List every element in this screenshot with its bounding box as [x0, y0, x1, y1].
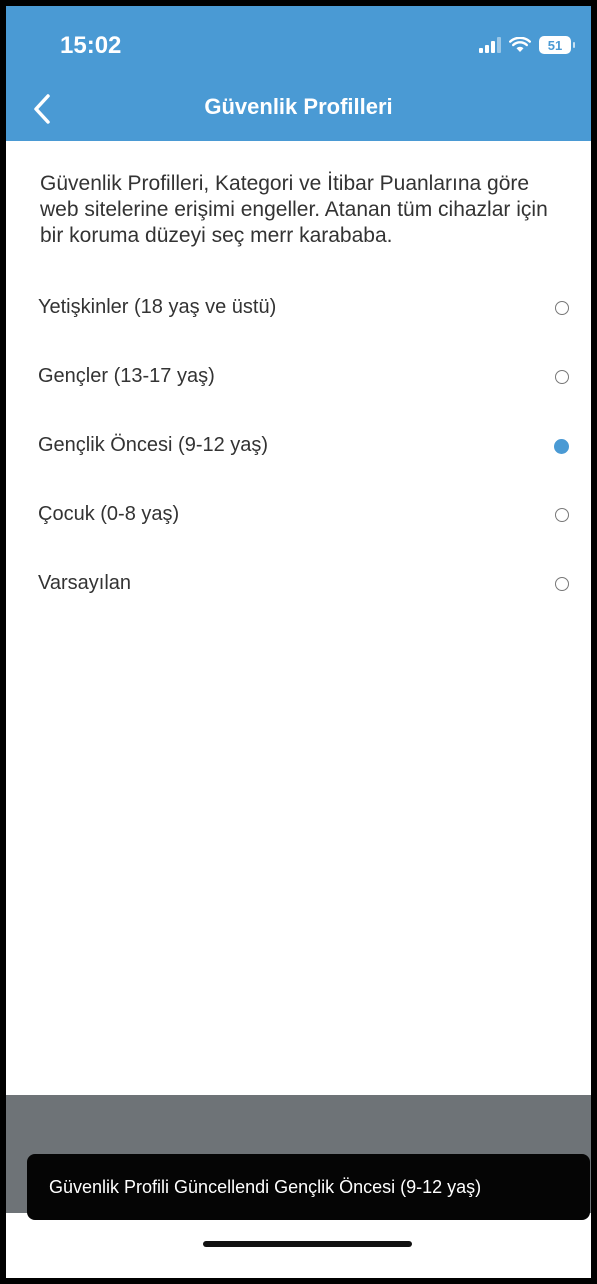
radio-unselected-icon[interactable]	[555, 576, 569, 591]
page-title: Güvenlik Profilleri	[204, 94, 393, 119]
description-text: Güvenlik Profilleri, Kategori ve İtibar …	[40, 172, 548, 247]
radio-unselected-icon[interactable]	[555, 300, 569, 315]
radio-unselected-icon[interactable]	[555, 507, 569, 522]
option-label: Yetişkinler (18 yaş ve üstü)	[38, 296, 277, 318]
wifi-icon	[509, 37, 531, 52]
option-label: Çocuk (0-8 yaş)	[38, 503, 180, 525]
option-adults[interactable]: Yetişkinler (18 yaş ve üstü)	[6, 273, 591, 342]
toast-message: Güvenlik Profili Güncellendi Gençlik Önc…	[49, 1176, 482, 1197]
option-label: Gençler (13-17 yaş)	[38, 365, 215, 387]
battery-level: 51	[547, 37, 563, 53]
header: 15:02 51 Güvenlik Profilleri	[6, 6, 591, 141]
radio-unselected-icon[interactable]	[555, 369, 569, 384]
option-teens[interactable]: Gençler (13-17 yaş)	[6, 342, 591, 411]
battery-icon: 51	[539, 36, 575, 54]
radio-selected-icon[interactable]	[554, 438, 569, 454]
option-preteens[interactable]: Gençlik Öncesi (9-12 yaş)	[6, 411, 591, 480]
phone-screen: 15:02 51 Güvenlik Profilleri Güvenlik Pr…	[6, 6, 591, 1278]
status-icons: 51	[479, 32, 575, 58]
profile-options-list: Yetişkinler (18 yaş ve üstü) Gençler (13…	[6, 273, 591, 618]
home-indicator[interactable]	[203, 1241, 412, 1247]
option-label: Varsayılan	[38, 572, 132, 594]
option-label: Gençlik Öncesi (9-12 yaş)	[38, 434, 269, 456]
status-time: 15:02	[60, 32, 122, 59]
toast-notification: Güvenlik Profili Güncellendi Gençlik Önc…	[27, 1154, 590, 1220]
option-child[interactable]: Çocuk (0-8 yaş)	[6, 480, 591, 549]
signal-icon	[479, 37, 501, 53]
option-default[interactable]: Varsayılan	[6, 549, 591, 618]
